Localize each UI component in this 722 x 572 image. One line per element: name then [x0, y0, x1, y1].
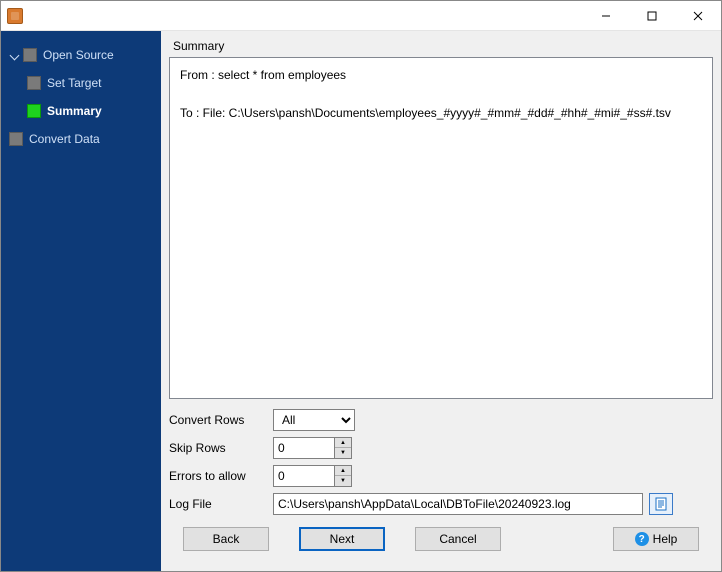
- app-window: Open Source Set Target Summary Convert D…: [0, 0, 722, 572]
- step-icon: [23, 48, 37, 62]
- step-icon: [27, 76, 41, 90]
- next-button[interactable]: Next: [299, 527, 385, 551]
- sidebar-item-label: Summary: [47, 104, 102, 118]
- help-icon: ?: [635, 532, 649, 546]
- sidebar-item-label: Set Target: [47, 76, 101, 90]
- skip-rows-down-button[interactable]: ▼: [335, 448, 351, 458]
- log-file-input[interactable]: [273, 493, 643, 515]
- titlebar: [1, 1, 721, 31]
- errors-allow-down-button[interactable]: ▼: [335, 476, 351, 486]
- minimize-button[interactable]: [583, 1, 629, 31]
- skip-rows-input[interactable]: [273, 437, 335, 459]
- tree-toggle-icon: [9, 50, 19, 60]
- summary-heading: Summary: [169, 35, 713, 57]
- sidebar-item-set-target[interactable]: Set Target: [1, 69, 161, 97]
- sidebar-item-label: Convert Data: [29, 132, 100, 146]
- convert-rows-label: Convert Rows: [169, 413, 269, 427]
- main-panel: Summary From : select * from employees T…: [161, 31, 721, 571]
- back-button[interactable]: Back: [183, 527, 269, 551]
- help-button[interactable]: ? Help: [613, 527, 699, 551]
- sidebar-item-label: Open Source: [43, 48, 114, 62]
- step-icon: [27, 104, 41, 118]
- log-file-browse-button[interactable]: [649, 493, 673, 515]
- sidebar-item-convert-data[interactable]: Convert Data: [1, 125, 161, 153]
- sidebar-item-summary[interactable]: Summary: [1, 97, 161, 125]
- document-icon: [655, 497, 667, 511]
- skip-rows-up-button[interactable]: ▲: [335, 438, 351, 448]
- errors-allow-input[interactable]: [273, 465, 335, 487]
- errors-allow-up-button[interactable]: ▲: [335, 466, 351, 476]
- step-icon: [9, 132, 23, 146]
- log-file-label: Log File: [169, 497, 269, 511]
- close-button[interactable]: [675, 1, 721, 31]
- app-icon: [7, 8, 23, 24]
- maximize-button[interactable]: [629, 1, 675, 31]
- summary-textarea[interactable]: From : select * from employees To : File…: [169, 57, 713, 399]
- wizard-sidebar: Open Source Set Target Summary Convert D…: [1, 31, 161, 571]
- convert-rows-select[interactable]: All: [273, 409, 355, 431]
- errors-allow-label: Errors to allow: [169, 469, 269, 483]
- sidebar-item-open-source[interactable]: Open Source: [1, 41, 161, 69]
- skip-rows-label: Skip Rows: [169, 441, 269, 455]
- cancel-button[interactable]: Cancel: [415, 527, 501, 551]
